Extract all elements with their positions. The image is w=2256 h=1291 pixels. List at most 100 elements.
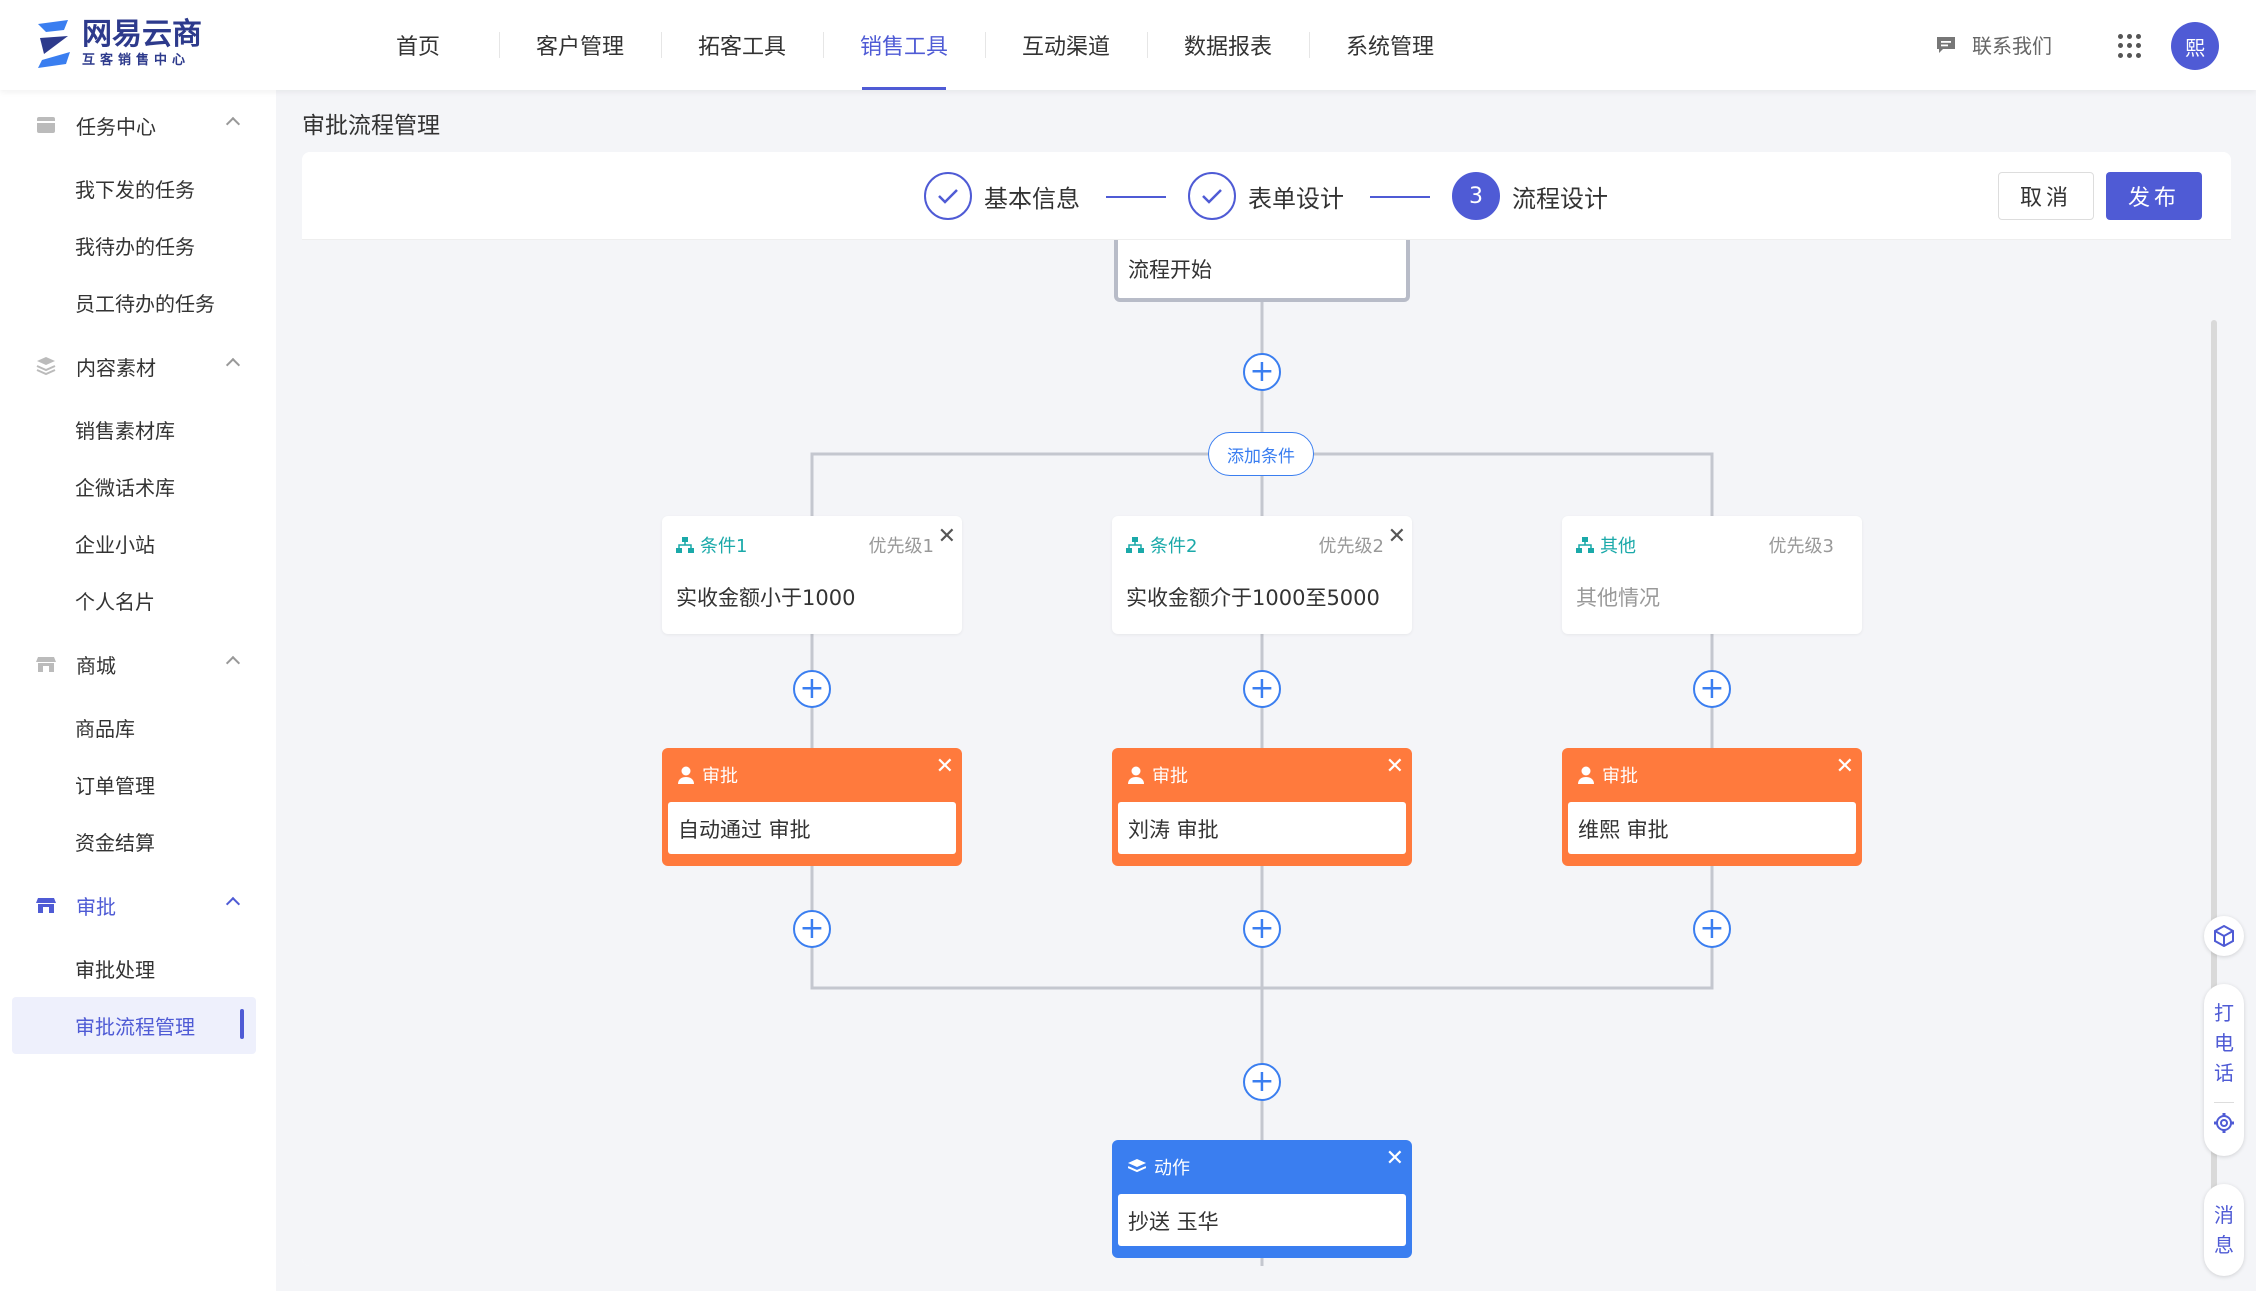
sidebar-group-label: 任务中心: [76, 114, 156, 139]
condition-node-other[interactable]: 其他 优先级3 其他情况: [1562, 516, 1862, 634]
close-icon[interactable]: ✕: [938, 524, 956, 549]
step-flow-design[interactable]: 3 流程设计: [1452, 172, 1608, 220]
condition-node-1[interactable]: 条件1 优先级1 ✕ 实收金额小于1000: [662, 516, 962, 634]
top-header: 网易云商 互客销售中心 首页 客户管理 拓客工具 销售工具 互动渠道 数据报表 系统管理 联…: [0, 0, 2256, 90]
close-icon[interactable]: ✕: [1386, 1146, 1404, 1171]
store-icon: [36, 894, 58, 916]
add-node-plus-icon[interactable]: +: [1243, 910, 1281, 948]
branch-icon: [1576, 537, 1594, 553]
person-icon: [678, 766, 694, 784]
condition-tag: 条件1: [700, 536, 748, 557]
apps-grid-icon[interactable]: [2118, 34, 2142, 58]
call-float-panel[interactable]: 打电话: [2204, 984, 2244, 1156]
approval-node-1[interactable]: 审批 ✕ 自动通过 审批: [662, 748, 962, 866]
step-basic-info[interactable]: 基本信息: [924, 172, 1080, 220]
nav-item-5[interactable]: 数据报表: [1147, 0, 1309, 90]
nav-item-0[interactable]: 首页: [337, 0, 499, 90]
cube-float-button[interactable]: [2204, 916, 2244, 956]
chevron-up-icon[interactable]: [225, 896, 241, 912]
message-float-button[interactable]: 消息: [2204, 1184, 2244, 1276]
chevron-up-icon[interactable]: [225, 116, 241, 132]
condition-priority: 优先级1: [868, 536, 934, 557]
step-form-design[interactable]: 表单设计: [1188, 172, 1344, 220]
sidebar-item-0-2[interactable]: 员工待办的任务: [0, 274, 276, 331]
condition-tag: 条件2: [1150, 536, 1198, 557]
close-icon[interactable]: ✕: [1388, 524, 1406, 549]
sidebar-item-0-1[interactable]: 我待办的任务: [0, 217, 276, 274]
nav-item-3[interactable]: 销售工具: [823, 0, 985, 90]
sidebar-group-1[interactable]: 内容素材: [0, 331, 276, 401]
sidebar-item-1-0[interactable]: 销售素材库: [0, 401, 276, 458]
sidebar-group-2[interactable]: 商城: [0, 629, 276, 699]
sidebar-item-3-1[interactable]: 审批流程管理: [12, 997, 256, 1054]
chevron-up-icon[interactable]: [225, 357, 241, 373]
approval-tag: 审批: [1152, 766, 1188, 787]
chat-icon: [1937, 36, 1955, 53]
flow-editor-card: 基本信息 表单设计 3 流程设计 取消 发布 流程开始 + 添加条件 条件1 优…: [302, 152, 2231, 1266]
approval-tag: 审批: [1602, 766, 1638, 787]
approval-node-3[interactable]: 审批 ✕ 维熙 审批: [1562, 748, 1862, 866]
add-node-plus-icon[interactable]: +: [1693, 670, 1731, 708]
cancel-button[interactable]: 取消: [1998, 172, 2094, 220]
close-icon[interactable]: ✕: [936, 754, 954, 779]
sidebar-item-1-2[interactable]: 企业小站: [0, 515, 276, 572]
nav-item-2[interactable]: 拓客工具: [661, 0, 823, 90]
add-condition-button[interactable]: 添加条件: [1208, 432, 1314, 476]
sidebar-item-3-0[interactable]: 审批处理: [0, 940, 276, 997]
flow-start-node[interactable]: 流程开始: [1114, 240, 1410, 302]
cube-icon: [2214, 925, 2234, 947]
sidebar-item-2-0[interactable]: 商品库: [0, 699, 276, 756]
user-avatar[interactable]: 熙: [2171, 22, 2219, 70]
step-label: 流程设计: [1512, 184, 1608, 213]
approval-node-2[interactable]: 审批 ✕ 刘涛 审批: [1112, 748, 1412, 866]
add-node-plus-icon[interactable]: +: [1243, 353, 1281, 391]
sidebar-group-label: 审批: [76, 894, 116, 919]
contact-us-link[interactable]: 联系我们: [1936, 30, 2052, 59]
approval-text: 维熙 审批: [1568, 802, 1856, 854]
nav-item-4[interactable]: 互动渠道: [985, 0, 1147, 90]
logo-icon: [38, 20, 70, 68]
action-text: 抄送 玉华: [1118, 1194, 1406, 1246]
sidebar-item-1-1[interactable]: 企微话术库: [0, 458, 276, 515]
add-node-plus-icon[interactable]: +: [1243, 1063, 1281, 1101]
condition-node-2[interactable]: 条件2 优先级2 ✕ 实收金额介于1000至5000: [1112, 516, 1412, 634]
sidebar-item-2-2[interactable]: 资金结算: [0, 813, 276, 870]
sidebar-item-1-3[interactable]: 个人名片: [0, 572, 276, 629]
brand-logo[interactable]: 网易云商 互客销售中心: [34, 18, 202, 70]
chevron-up-icon[interactable]: [225, 655, 241, 671]
person-icon: [1128, 766, 1144, 784]
brand-name: 网易云商: [82, 17, 202, 52]
step-number: 3: [1452, 172, 1500, 220]
sidebar-group-label: 商城: [76, 653, 116, 678]
add-node-plus-icon[interactable]: +: [1243, 670, 1281, 708]
sidebar-item-2-1[interactable]: 订单管理: [0, 756, 276, 813]
page-title: 审批流程管理: [302, 113, 440, 139]
contact-label: 联系我们: [1972, 34, 2052, 58]
condition-text: 实收金额介于1000至5000: [1126, 586, 1380, 610]
store-icon: [36, 653, 58, 675]
add-node-plus-icon[interactable]: +: [793, 670, 831, 708]
gear-icon[interactable]: [2213, 1112, 2235, 1134]
condition-priority: 优先级2: [1318, 536, 1384, 557]
condition-priority: 优先级3: [1768, 536, 1834, 557]
condition-text: 其他情况: [1576, 586, 1660, 610]
action-node-cc[interactable]: 动作 ✕ 抄送 玉华: [1112, 1140, 1412, 1258]
flow-canvas[interactable]: 流程开始 + 添加条件 条件1 优先级1 ✕ 实收金额小于1000 条件2 优先…: [302, 240, 2231, 1266]
add-node-plus-icon[interactable]: +: [793, 910, 831, 948]
sidebar: 任务中心我下发的任务 我待办的任务 员工待办的任务 内容素材 销售素材库 企微话术库 企业小…: [0, 90, 276, 1291]
main-nav: 首页 客户管理 拓客工具 销售工具 互动渠道 数据报表 系统管理: [337, 0, 1471, 90]
close-icon[interactable]: ✕: [1836, 754, 1854, 779]
close-icon[interactable]: ✕: [1386, 754, 1404, 779]
message-label: 消息: [2214, 1203, 2234, 1257]
publish-button[interactable]: 发布: [2106, 172, 2202, 220]
nav-item-1[interactable]: 客户管理: [499, 0, 661, 90]
task-icon: [36, 114, 58, 136]
approval-text: 自动通过 审批: [668, 802, 956, 854]
sidebar-group-0[interactable]: 任务中心: [0, 90, 276, 160]
add-node-plus-icon[interactable]: +: [1693, 910, 1731, 948]
sidebar-item-0-0[interactable]: 我下发的任务: [0, 160, 276, 217]
person-icon: [1578, 766, 1594, 784]
nav-item-6[interactable]: 系统管理: [1309, 0, 1471, 90]
condition-tag: 其他: [1600, 536, 1636, 557]
sidebar-group-3[interactable]: 审批: [0, 870, 276, 940]
